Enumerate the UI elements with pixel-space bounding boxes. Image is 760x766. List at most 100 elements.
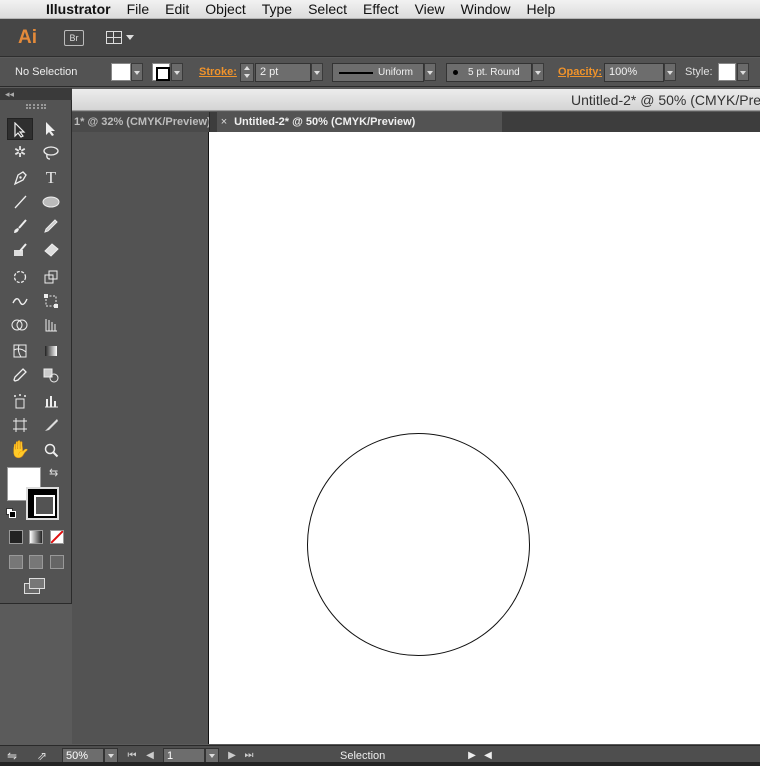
- desktop-strip: [0, 762, 760, 766]
- ellipse-tool[interactable]: [38, 191, 64, 213]
- column-graph-tool[interactable]: [38, 390, 64, 412]
- ellipse-shape[interactable]: [307, 433, 530, 656]
- stroke-weight-stepper[interactable]: [240, 63, 254, 82]
- warp-tool[interactable]: [7, 290, 33, 312]
- style-label: Style:: [685, 66, 713, 78]
- document-tab-bar: 1* @ 32% (CMYK/Preview) × Untitled-2* @ …: [72, 112, 760, 132]
- brush-definition-select[interactable]: 5 pt. Round: [446, 63, 532, 82]
- menu-window[interactable]: Window: [453, 0, 519, 19]
- fill-dropdown[interactable]: [131, 63, 143, 81]
- stroke-dropdown[interactable]: [171, 63, 183, 81]
- tab-label: 1* @ 32% (CMYK/Preview): [74, 116, 210, 128]
- brush-dropdown[interactable]: [532, 63, 544, 81]
- draw-behind-icon[interactable]: [29, 555, 43, 569]
- menu-type[interactable]: Type: [254, 0, 300, 19]
- menu-illustrator[interactable]: Illustrator: [42, 0, 119, 19]
- panel-grip-icon[interactable]: [26, 104, 46, 109]
- round-brush-icon: [453, 70, 458, 75]
- stroke-weight-dropdown[interactable]: [311, 63, 323, 81]
- tools-panel: ◂◂ ✲ T ✋: [0, 88, 72, 604]
- draw-normal-icon[interactable]: [9, 555, 23, 569]
- close-tab-icon[interactable]: ×: [217, 112, 231, 132]
- menu-effect[interactable]: Effect: [355, 0, 407, 19]
- symbol-sprayer-tool[interactable]: [7, 390, 33, 412]
- menu-edit[interactable]: Edit: [157, 0, 197, 19]
- pencil-tool[interactable]: [38, 215, 64, 237]
- tools-panel-header[interactable]: ◂◂: [0, 88, 72, 100]
- gradient-mode-button[interactable]: [29, 530, 43, 544]
- share-icon[interactable]: ⇗: [37, 749, 53, 763]
- stroke-panel-link[interactable]: Stroke:: [199, 58, 237, 87]
- go-to-bridge-button[interactable]: Br: [64, 30, 84, 46]
- artboard[interactable]: [208, 132, 760, 744]
- graphic-style-swatch[interactable]: [718, 63, 736, 81]
- type-tool[interactable]: T: [38, 167, 64, 189]
- lasso-tool[interactable]: [38, 142, 64, 164]
- pen-tool[interactable]: [7, 167, 33, 189]
- swap-fill-stroke-icon[interactable]: ⇆: [49, 467, 61, 479]
- slice-tool[interactable]: [38, 414, 64, 436]
- selection-tool[interactable]: [7, 118, 33, 140]
- free-transform-tool[interactable]: [38, 290, 64, 312]
- scale-tool[interactable]: [38, 266, 64, 288]
- opacity-dropdown[interactable]: [664, 63, 676, 81]
- style-dropdown[interactable]: [737, 63, 749, 81]
- none-mode-button[interactable]: [50, 530, 64, 544]
- document-info-icon[interactable]: ⇋: [7, 749, 27, 763]
- tab-untitled-2[interactable]: × Untitled-2* @ 50% (CMYK/Preview): [217, 112, 502, 132]
- uniform-line-icon: [339, 72, 373, 74]
- arrange-documents-button[interactable]: [104, 29, 136, 47]
- stroke-color-box[interactable]: [26, 487, 59, 520]
- stroke-color-swatch[interactable]: [152, 63, 170, 81]
- scroll-left-icon[interactable]: ◀: [482, 749, 494, 763]
- hand-tool[interactable]: ✋: [7, 439, 33, 461]
- menu-object[interactable]: Object: [197, 0, 253, 19]
- blob-brush-tool[interactable]: [7, 239, 33, 261]
- tab-label: Untitled-2* @ 50% (CMYK/Preview): [234, 116, 416, 128]
- menu-view[interactable]: View: [407, 0, 453, 19]
- brush-label: 5 pt. Round: [468, 67, 520, 78]
- direct-selection-tool[interactable]: [38, 118, 64, 140]
- eraser-tool[interactable]: [38, 239, 64, 261]
- artboard-tool[interactable]: [7, 414, 33, 436]
- pasteboard[interactable]: [72, 132, 208, 744]
- last-artboard-icon[interactable]: ⏭: [243, 749, 255, 763]
- previous-artboard-icon[interactable]: ◀: [144, 749, 156, 763]
- fill-color-swatch[interactable]: [111, 63, 131, 81]
- paintbrush-tool[interactable]: [7, 215, 33, 237]
- color-mode-button[interactable]: [9, 530, 23, 544]
- perspective-grid-tool[interactable]: [38, 314, 64, 336]
- opacity-panel-link[interactable]: Opacity:: [558, 58, 602, 87]
- stroke-weight-field[interactable]: 2 pt: [255, 63, 311, 82]
- shape-builder-tool[interactable]: [7, 314, 33, 336]
- screen-mode-icon[interactable]: [24, 578, 46, 594]
- illustrator-logo: Ai: [18, 27, 37, 48]
- magic-wand-tool[interactable]: ✲: [7, 142, 33, 164]
- line-segment-tool[interactable]: [7, 191, 33, 213]
- opacity-field[interactable]: 100%: [604, 63, 664, 82]
- document-window-title: Untitled-2* @ 50% (CMYK/Preview): [72, 89, 760, 111]
- chevron-down-icon: [126, 35, 134, 40]
- menu-file[interactable]: File: [119, 0, 158, 19]
- first-artboard-icon[interactable]: ⏮: [126, 749, 138, 763]
- gradient-tool[interactable]: [38, 340, 64, 362]
- selection-status: No Selection: [15, 66, 78, 78]
- default-fill-stroke-icon[interactable]: [6, 508, 17, 519]
- blend-tool[interactable]: [38, 364, 64, 386]
- menu-help[interactable]: Help: [518, 0, 563, 19]
- tab-untitled-1[interactable]: 1* @ 32% (CMYK/Preview): [72, 112, 210, 132]
- document-title-text: Untitled-2* @ 50% (CMYK/Preview): [571, 92, 760, 108]
- profile-label: Uniform: [378, 67, 414, 78]
- status-menu-icon[interactable]: ▶: [466, 749, 478, 763]
- rotate-tool[interactable]: [7, 266, 33, 288]
- profile-dropdown[interactable]: [424, 63, 436, 81]
- draw-inside-icon[interactable]: [50, 555, 64, 569]
- next-artboard-icon[interactable]: ▶: [226, 749, 238, 763]
- eyedropper-tool[interactable]: [7, 364, 33, 386]
- menu-select[interactable]: Select: [300, 0, 355, 19]
- variable-width-profile-select[interactable]: Uniform: [332, 63, 424, 82]
- control-panel: No Selection Stroke: 2 pt Uniform 5 pt. …: [0, 58, 760, 87]
- zoom-tool[interactable]: [38, 439, 64, 461]
- collapse-panel-icon: ◂◂: [5, 89, 15, 99]
- mesh-tool[interactable]: [7, 340, 33, 362]
